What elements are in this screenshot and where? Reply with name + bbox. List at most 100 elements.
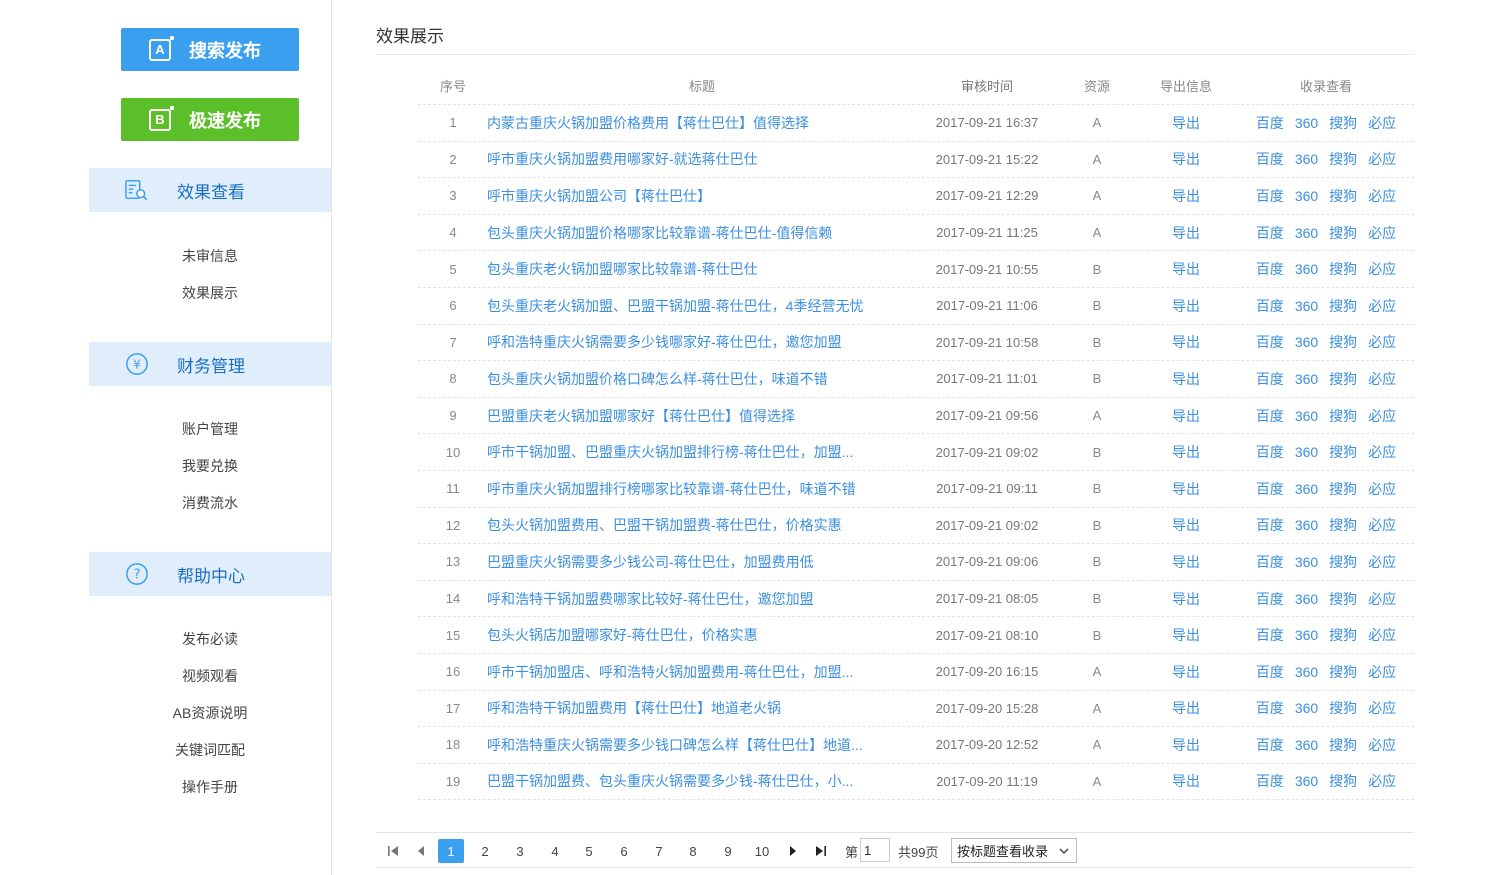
export-link[interactable]: 导出 — [1146, 691, 1226, 727]
row-title-link[interactable]: 包头火锅店加盟哪家好-蒋仕巴仕，价格实惠 — [487, 617, 907, 653]
page-6-button[interactable]: 6 — [611, 839, 637, 863]
row-title-link[interactable]: 呼市重庆火锅加盟公司【蒋仕巴仕】 — [487, 178, 907, 214]
export-link[interactable]: 导出 — [1146, 105, 1226, 141]
engine-link-3[interactable]: 必应 — [1368, 698, 1396, 718]
engine-link-3[interactable]: 必应 — [1368, 771, 1396, 791]
sidebar-item-manual[interactable]: 操作手册 — [89, 777, 331, 797]
engine-link-2[interactable]: 搜狗 — [1329, 113, 1357, 133]
engine-link-0[interactable]: 百度 — [1256, 296, 1284, 316]
row-title-link[interactable]: 呼市重庆火锅加盟费用哪家好-就选蒋仕巴仕 — [487, 142, 907, 178]
engine-link-1[interactable]: 360 — [1295, 444, 1318, 460]
export-link[interactable]: 导出 — [1146, 508, 1226, 544]
page-2-button[interactable]: 2 — [472, 839, 498, 863]
engine-link-0[interactable]: 百度 — [1256, 662, 1284, 682]
export-link[interactable]: 导出 — [1146, 215, 1226, 251]
engine-link-3[interactable]: 必应 — [1368, 296, 1396, 316]
export-link[interactable]: 导出 — [1146, 178, 1226, 214]
engine-link-3[interactable]: 必应 — [1368, 186, 1396, 206]
goto-page-input[interactable] — [860, 838, 890, 862]
engine-link-0[interactable]: 百度 — [1256, 735, 1284, 755]
export-link[interactable]: 导出 — [1146, 325, 1226, 361]
engine-link-0[interactable]: 百度 — [1256, 479, 1284, 499]
row-title-link[interactable]: 巴盟重庆老火锅加盟哪家好【蒋仕巴仕】值得选择 — [487, 398, 907, 434]
sidebar-item-transactions[interactable]: 消费流水 — [89, 493, 331, 513]
export-link[interactable]: 导出 — [1146, 434, 1226, 470]
row-title-link[interactable]: 呼市重庆火锅加盟排行榜哪家比较靠谱-蒋仕巴仕，味道不错 — [487, 471, 907, 507]
row-title-link[interactable]: 包头重庆火锅加盟价格口碑怎么样-蒋仕巴仕，味道不错 — [487, 361, 907, 397]
engine-link-1[interactable]: 360 — [1295, 554, 1318, 570]
fast-publish-button[interactable]: B 极速发布 — [121, 98, 299, 141]
first-page-icon[interactable] — [384, 839, 402, 863]
row-title-link[interactable]: 包头重庆老火锅加盟、巴盟干锅加盟-蒋仕巴仕，4季经营无忧 — [487, 288, 907, 324]
row-title-link[interactable]: 呼和浩特重庆火锅需要多少钱哪家好-蒋仕巴仕，邀您加盟 — [487, 325, 907, 361]
engine-link-3[interactable]: 必应 — [1368, 515, 1396, 535]
page-7-button[interactable]: 7 — [646, 839, 672, 863]
engine-link-1[interactable]: 360 — [1295, 188, 1318, 204]
row-title-link[interactable]: 巴盟干锅加盟费、包头重庆火锅需要多少钱-蒋仕巴仕，小... — [487, 764, 907, 800]
engine-link-0[interactable]: 百度 — [1256, 223, 1284, 243]
sidebar-item-effect-display[interactable]: 效果展示 — [89, 283, 331, 303]
engine-link-2[interactable]: 搜狗 — [1329, 662, 1357, 682]
engine-link-1[interactable]: 360 — [1295, 700, 1318, 716]
engine-link-3[interactable]: 必应 — [1368, 589, 1396, 609]
row-title-link[interactable]: 呼市干锅加盟、巴盟重庆火锅加盟排行榜-蒋仕巴仕，加盟... — [487, 434, 907, 470]
engine-link-0[interactable]: 百度 — [1256, 552, 1284, 572]
export-link[interactable]: 导出 — [1146, 654, 1226, 690]
engine-link-1[interactable]: 360 — [1295, 115, 1318, 131]
engine-link-2[interactable]: 搜狗 — [1329, 406, 1357, 426]
engine-link-1[interactable]: 360 — [1295, 334, 1318, 350]
sidebar-item-ab-resources[interactable]: AB资源说明 — [89, 703, 331, 723]
engine-link-1[interactable]: 360 — [1295, 261, 1318, 277]
engine-link-0[interactable]: 百度 — [1256, 589, 1284, 609]
search-publish-button[interactable]: A 搜索发布 — [121, 28, 299, 71]
engine-link-1[interactable]: 360 — [1295, 298, 1318, 314]
nav-section-help[interactable]: ? 帮助中心 — [89, 552, 331, 596]
export-link[interactable]: 导出 — [1146, 471, 1226, 507]
row-title-link[interactable]: 呼和浩特干锅加盟费哪家比较好-蒋仕巴仕，邀您加盟 — [487, 581, 907, 617]
engine-link-1[interactable]: 360 — [1295, 481, 1318, 497]
engine-link-3[interactable]: 必应 — [1368, 479, 1396, 499]
engine-link-2[interactable]: 搜狗 — [1329, 223, 1357, 243]
engine-link-2[interactable]: 搜狗 — [1329, 771, 1357, 791]
engine-link-0[interactable]: 百度 — [1256, 186, 1284, 206]
engine-link-2[interactable]: 搜狗 — [1329, 332, 1357, 352]
sidebar-item-unreviewed[interactable]: 未审信息 — [89, 246, 331, 266]
engine-link-3[interactable]: 必应 — [1368, 223, 1396, 243]
sidebar-item-account[interactable]: 账户管理 — [89, 419, 331, 439]
page-9-button[interactable]: 9 — [715, 839, 741, 863]
engine-link-1[interactable]: 360 — [1295, 627, 1318, 643]
engine-link-1[interactable]: 360 — [1295, 737, 1318, 753]
engine-link-1[interactable]: 360 — [1295, 517, 1318, 533]
engine-link-3[interactable]: 必应 — [1368, 369, 1396, 389]
sidebar-item-must-read[interactable]: 发布必读 — [89, 629, 331, 649]
export-link[interactable]: 导出 — [1146, 142, 1226, 178]
engine-link-1[interactable]: 360 — [1295, 773, 1318, 789]
engine-link-1[interactable]: 360 — [1295, 408, 1318, 424]
export-link[interactable]: 导出 — [1146, 544, 1226, 580]
page-3-button[interactable]: 3 — [507, 839, 533, 863]
view-mode-select[interactable]: 按标题查看收录 — [951, 838, 1077, 863]
page-4-button[interactable]: 4 — [542, 839, 568, 863]
row-title-link[interactable]: 呼市干锅加盟店、呼和浩特火锅加盟费用-蒋仕巴仕，加盟... — [487, 654, 907, 690]
row-title-link[interactable]: 巴盟重庆火锅需要多少钱公司-蒋仕巴仕，加盟费用低 — [487, 544, 907, 580]
engine-link-1[interactable]: 360 — [1295, 591, 1318, 607]
engine-link-0[interactable]: 百度 — [1256, 259, 1284, 279]
engine-link-3[interactable]: 必应 — [1368, 662, 1396, 682]
engine-link-2[interactable]: 搜狗 — [1329, 479, 1357, 499]
engine-link-3[interactable]: 必应 — [1368, 625, 1396, 645]
last-page-icon[interactable] — [812, 839, 830, 863]
export-link[interactable]: 导出 — [1146, 398, 1226, 434]
engine-link-1[interactable]: 360 — [1295, 225, 1318, 241]
engine-link-0[interactable]: 百度 — [1256, 771, 1284, 791]
page-10-button[interactable]: 10 — [749, 839, 775, 863]
engine-link-0[interactable]: 百度 — [1256, 698, 1284, 718]
engine-link-2[interactable]: 搜狗 — [1329, 515, 1357, 535]
engine-link-0[interactable]: 百度 — [1256, 149, 1284, 169]
engine-link-2[interactable]: 搜狗 — [1329, 589, 1357, 609]
engine-link-3[interactable]: 必应 — [1368, 552, 1396, 572]
nav-section-effect[interactable]: 效果查看 — [89, 168, 331, 212]
prev-page-icon[interactable] — [412, 839, 430, 863]
engine-link-3[interactable]: 必应 — [1368, 442, 1396, 462]
engine-link-3[interactable]: 必应 — [1368, 332, 1396, 352]
page-5-button[interactable]: 5 — [576, 839, 602, 863]
